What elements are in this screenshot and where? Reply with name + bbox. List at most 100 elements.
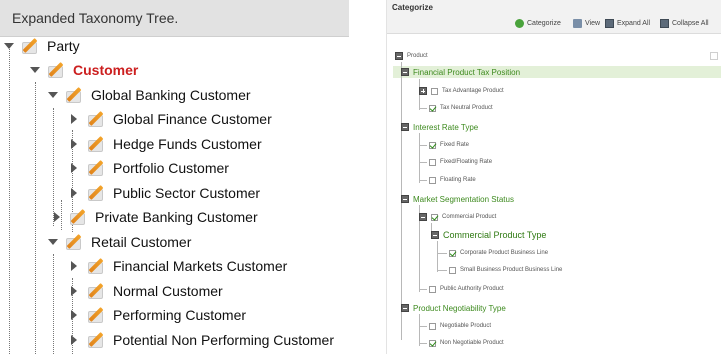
categorize-tree-row[interactable]: Public Authority Product [429,283,504,295]
tag-pencil-icon [88,159,110,177]
tree-node[interactable]: Potential Non Performing Customer [88,328,334,352]
tree-node[interactable]: Normal Customer [88,279,223,303]
expand-arrow-icon[interactable] [68,260,80,272]
expand-node-icon[interactable] [419,87,427,95]
categorize-tree-row[interactable]: Tax Neutral Product [429,102,493,114]
expand-all-button[interactable]: Expand All [605,19,650,28]
checkbox-unchecked[interactable] [429,158,436,166]
tree-node[interactable]: Private Banking Customer [70,205,258,229]
checkbox-checked[interactable] [429,339,436,347]
expand-arrow-icon[interactable] [68,285,80,297]
tag-pencil-icon [88,306,110,324]
expand-arrow-icon[interactable] [68,162,80,174]
categorize-tree-row[interactable]: Commercial Product [419,211,496,223]
expand-arrow-icon[interactable] [51,211,63,223]
expand-arrow-icon[interactable] [68,113,80,125]
checkbox-unchecked[interactable] [431,87,438,95]
tag-pencil-icon [88,135,110,153]
collapse-all-button[interactable]: Collapse All [660,19,709,28]
collapse-node-icon[interactable] [401,123,409,131]
categorize-tree-row[interactable]: Small Business Product Business Line [449,264,562,276]
categorize-tree-row[interactable]: Negotiable Product [429,320,491,332]
tree-connector-line [419,180,427,181]
tree-node[interactable]: Public Sector Customer [88,181,260,205]
tree-connector-line [419,314,420,346]
categorize-button[interactable]: Categorize [515,19,561,28]
categorize-tree-row[interactable]: Financial Product Tax Position [401,66,520,78]
tree-node[interactable]: Global Banking Customer [66,83,251,107]
categorize-tree-row[interactable]: Floating Rate [429,174,476,186]
categorize-row-label: Corporate Product Business Line [460,250,549,256]
tree-node-label: Retail Customer [91,234,192,250]
categorize-tree-row[interactable]: Market Segmentation Status [401,193,514,205]
categorize-row-label: Product [407,53,428,59]
tree-node-label: Global Banking Customer [91,87,251,103]
categorize-tree-row[interactable]: Product Negotiability Type [401,302,506,314]
tree-node-label: Hedge Funds Customer [113,136,262,152]
tree-node[interactable]: Party [22,34,80,58]
collapse-node-icon[interactable] [395,52,403,60]
tree-connector-line [35,82,36,354]
collapse-arrow-icon[interactable] [3,40,15,52]
tag-pencil-icon [88,331,110,349]
tree-node[interactable]: Portfolio Customer [88,156,229,180]
categorize-row-label: Tax Neutral Product [440,105,493,111]
expand-icon [605,19,614,28]
categorize-tree-row[interactable]: Fixed/Floating Rate [429,156,492,168]
collapse-node-icon[interactable] [401,304,409,312]
categorize-tree-row[interactable]: Interest Rate Type [401,121,478,133]
checkbox-unchecked[interactable] [429,176,436,184]
categorize-tree-row[interactable]: Fixed Rate [429,139,469,151]
tree-node[interactable]: Financial Markets Customer [88,254,287,278]
tree-node[interactable]: Retail Customer [66,230,191,254]
collapse-arrow-icon[interactable] [47,236,59,248]
tree-connector-line [419,289,427,290]
expand-arrow-icon[interactable] [68,138,80,150]
checkbox-unchecked[interactable] [429,285,436,293]
tree-connector-line [437,241,438,272]
tag-pencil-icon [48,61,70,79]
collapse-arrow-icon[interactable] [29,64,41,76]
categorize-tree-row[interactable]: Product [395,50,428,62]
categorize-tree-row[interactable]: Corporate Product Business Line [449,247,548,259]
tree-connector-line [419,343,427,344]
tree-node-label: Public Sector Customer [113,185,261,201]
collapse-node-icon[interactable] [419,213,427,221]
categorize-tree-row[interactable]: Tax Advantage Product [419,85,504,97]
resize-icon[interactable] [710,52,718,60]
collapse-node-icon[interactable] [401,68,409,76]
collapse-node-icon[interactable] [401,195,409,203]
categorize-row-label: Market Segmentation Status [413,194,514,204]
categorize-row-label: Financial Product Tax Position [413,67,521,77]
add-circle-icon [515,19,524,28]
expand-arrow-icon[interactable] [68,334,80,346]
tree-node[interactable]: Customer [48,58,138,82]
collapse-arrow-icon[interactable] [47,89,59,101]
checkbox-checked[interactable] [429,104,436,112]
checkbox-checked[interactable] [429,141,436,149]
categorize-tree-row[interactable]: Commercial Product Type [431,229,546,241]
checkbox-unchecked[interactable] [429,322,436,330]
collapse-node-icon[interactable] [431,231,439,239]
expand-arrow-icon[interactable] [68,309,80,321]
categorize-tree-row[interactable]: Non Negotiable Product [429,337,504,349]
categorize-row-label: Small Business Product Business Line [460,267,563,273]
expand-arrow-icon[interactable] [68,187,80,199]
tag-pencil-icon [66,86,88,104]
checkbox-checked[interactable] [431,213,438,221]
tree-node[interactable]: Hedge Funds Customer [88,132,262,156]
categorize-row-label: Non Negotiable Product [440,340,504,346]
tag-pencil-icon [22,37,44,55]
tree-node[interactable]: Performing Customer [88,303,246,327]
checkbox-unchecked[interactable] [449,266,456,274]
collapse-icon [660,19,669,28]
tree-connector-line [419,162,427,163]
view-button[interactable]: View [573,19,600,28]
categorize-button-label: Categorize [527,20,561,27]
categorize-row-label: Tax Advantage Product [442,88,504,94]
checkbox-checked[interactable] [449,249,456,257]
tag-pencil-icon [70,208,92,226]
tree-connector-line [419,108,427,109]
tree-node-label: Customer [73,62,139,78]
tree-node[interactable]: Global Finance Customer [88,107,272,131]
